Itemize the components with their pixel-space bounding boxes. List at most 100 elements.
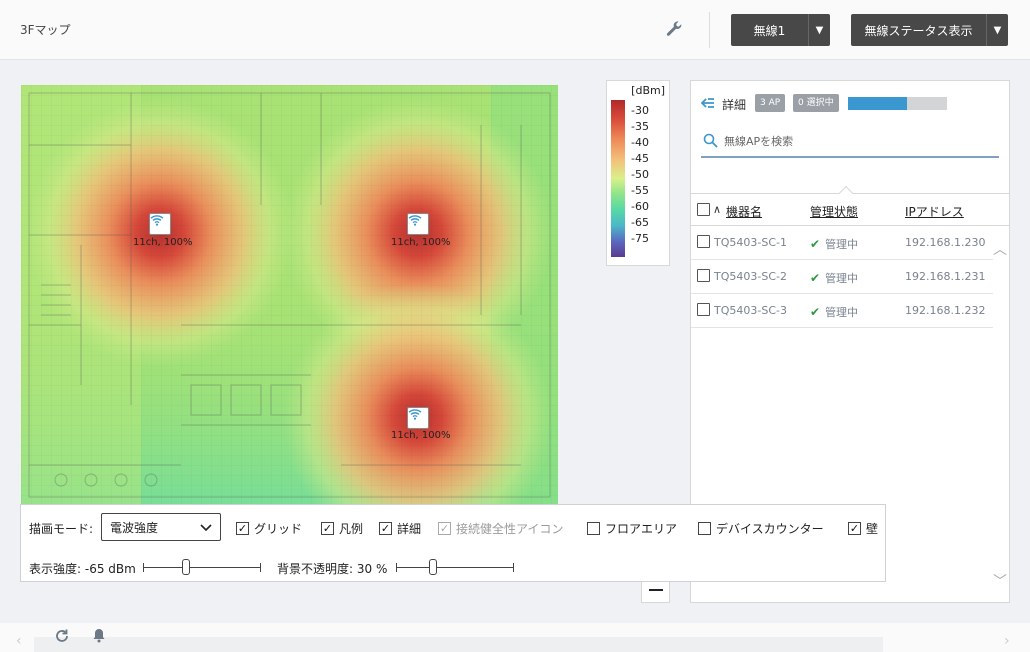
column-status[interactable]: 管理状態 — [810, 203, 858, 220]
device-counter-checkbox[interactable]: デバイスカウンター — [698, 520, 824, 537]
bottom-bar: ‹ › — [0, 623, 1030, 652]
checkbox-box[interactable]: ✓ — [236, 522, 249, 535]
draw-mode-select[interactable]: 電波強度 — [101, 513, 221, 541]
legend-tick: -55 — [631, 184, 649, 197]
floor-area-checkbox[interactable]: フロアエリア — [587, 520, 677, 537]
table-row[interactable]: TQ5403-SC-3 ✔ 管理中 192.168.1.232 — [691, 294, 993, 328]
device-status: ✔ 管理中 — [810, 236, 858, 252]
search-icon — [703, 133, 718, 148]
slider-thumb[interactable] — [182, 559, 190, 575]
column-ip[interactable]: IPアドレス — [905, 203, 964, 220]
checkbox-box[interactable]: ✓ — [848, 522, 861, 535]
wrench-icon[interactable] — [664, 19, 684, 39]
legend-color-bar — [611, 100, 625, 257]
strength-label: 表示強度: -65 dBm — [29, 562, 136, 576]
access-point-label: 11ch, 100% — [391, 430, 451, 441]
ap-search-input[interactable] — [724, 131, 994, 151]
footer-scrollbar[interactable] — [34, 637, 883, 652]
display-controls: 描画モード: 電波強度 ✓ グリッド ✓ 凡例 ✓ 詳細 ✓ 接続健全性アイコン… — [20, 504, 886, 582]
table-row[interactable]: TQ5403-SC-2 ✔ 管理中 192.168.1.231 — [691, 260, 993, 294]
heatmap-graphic — [21, 85, 558, 505]
status-display-select[interactable]: 無線ステータス表示 ▼ — [851, 14, 1008, 46]
legend-tick: -65 — [631, 216, 649, 229]
slider-end — [396, 563, 397, 572]
legend-checkbox[interactable]: ✓ 凡例 — [321, 520, 363, 537]
sort-up-icon: ∧ — [713, 203, 722, 216]
health-icon-checkbox: ✓ 接続健全性アイコン — [438, 520, 563, 537]
wifi-icon — [150, 215, 164, 226]
top-header: 3Fマップ 無線1 ▼ 無線ステータス表示 ▼ — [0, 0, 1030, 60]
slider-track — [396, 567, 514, 568]
device-ip: 192.168.1.232 — [905, 304, 986, 317]
ap-count-badge: 3 AP — [755, 94, 786, 112]
status-display-label: 無線ステータス表示 — [864, 23, 973, 38]
opacity-slider[interactable] — [396, 559, 514, 575]
slider-track — [143, 567, 261, 568]
device-status: ✔ 管理中 — [810, 270, 858, 286]
legend-tick: -75 — [631, 232, 649, 245]
slider-end — [513, 563, 514, 572]
row-checkbox[interactable] — [697, 235, 710, 248]
checkbox-box: ✓ — [438, 522, 451, 535]
chevron-right-icon[interactable]: › — [1004, 633, 1010, 649]
scroll-up-icon[interactable]: ︿ — [993, 239, 1007, 259]
row-checkbox[interactable] — [697, 269, 710, 282]
access-point-marker-1[interactable] — [149, 213, 171, 235]
header-divider — [709, 12, 710, 48]
device-ip: 192.168.1.231 — [905, 270, 986, 283]
search-underline — [701, 156, 999, 158]
floor-area-checkbox-label: フロアエリア — [605, 522, 678, 536]
select-all-checkbox[interactable] — [697, 203, 710, 216]
device-name: TQ5403-SC-1 — [714, 236, 787, 249]
legend-checkbox-label: 凡例 — [339, 522, 364, 536]
device-status-label: 管理中 — [825, 272, 859, 285]
check-icon: ✔ — [810, 305, 821, 319]
collapse-arrow-icon[interactable] — [701, 96, 715, 110]
grid-checkbox[interactable]: ✓ グリッド — [236, 520, 302, 537]
device-list: TQ5403-SC-1 ✔ 管理中 192.168.1.230 TQ5403-S… — [691, 226, 993, 328]
caret-down-icon: ▼ — [986, 14, 1008, 46]
scroll-down-icon[interactable]: ﹀ — [993, 571, 1007, 591]
checkbox-box[interactable]: ✓ — [379, 522, 392, 535]
selected-count-badge: 0 選択中 — [793, 94, 839, 112]
checkbox-box[interactable] — [698, 522, 711, 535]
heatmap-canvas[interactable]: 11ch, 100% 11ch, 100% 11ch, 100% — [21, 85, 558, 505]
detail-panel-header: 詳細 3 AP 0 選択中 — [691, 81, 1009, 193]
caret-down-icon: ▼ — [808, 14, 830, 46]
checkbox-box[interactable]: ✓ — [321, 522, 334, 535]
legend-tick: -30 — [631, 104, 649, 117]
detail-checkbox[interactable]: ✓ 詳細 — [379, 520, 421, 537]
wireless-select-label: 無線1 — [753, 23, 786, 38]
table-row[interactable]: TQ5403-SC-1 ✔ 管理中 192.168.1.230 — [691, 226, 993, 260]
minus-icon — [648, 589, 663, 591]
checkbox-box[interactable] — [587, 522, 600, 535]
row-checkbox[interactable] — [697, 303, 710, 316]
draw-mode-value: 電波強度 — [110, 520, 159, 535]
slider-thumb[interactable] — [429, 559, 437, 575]
column-device-name[interactable]: 機器名 — [726, 203, 762, 220]
wall-checkbox-label: 壁 — [866, 522, 879, 536]
access-point-label: 11ch, 100% — [133, 237, 193, 248]
wifi-icon — [408, 409, 422, 420]
slider-end — [143, 563, 144, 572]
strength-slider[interactable] — [143, 559, 261, 575]
wall-checkbox[interactable]: ✓ 壁 — [848, 520, 878, 537]
opacity-label: 背景不透明度: 30 % — [277, 562, 388, 576]
wifi-icon — [408, 215, 422, 226]
access-point-marker-2[interactable] — [407, 213, 429, 235]
bell-icon[interactable] — [91, 627, 107, 643]
chevron-left-icon[interactable]: ‹ — [16, 633, 22, 649]
draw-mode-label: 描画モード: — [29, 522, 94, 536]
detail-checkbox-label: 詳細 — [397, 522, 422, 536]
access-point-marker-3[interactable] — [407, 407, 429, 429]
progress-fill — [848, 97, 908, 110]
chevron-down-icon — [200, 524, 212, 532]
check-icon: ✔ — [810, 271, 821, 285]
wireless-select[interactable]: 無線1 ▼ — [731, 14, 830, 46]
device-name: TQ5403-SC-2 — [714, 270, 787, 283]
health-icon-checkbox-label: 接続健全性アイコン — [456, 522, 564, 536]
device-status: ✔ 管理中 — [810, 304, 858, 320]
device-ip: 192.168.1.230 — [905, 236, 986, 249]
device-table-header: ∧ 機器名 管理状態 IPアドレス — [691, 185, 1009, 226]
refresh-icon[interactable] — [54, 628, 70, 644]
